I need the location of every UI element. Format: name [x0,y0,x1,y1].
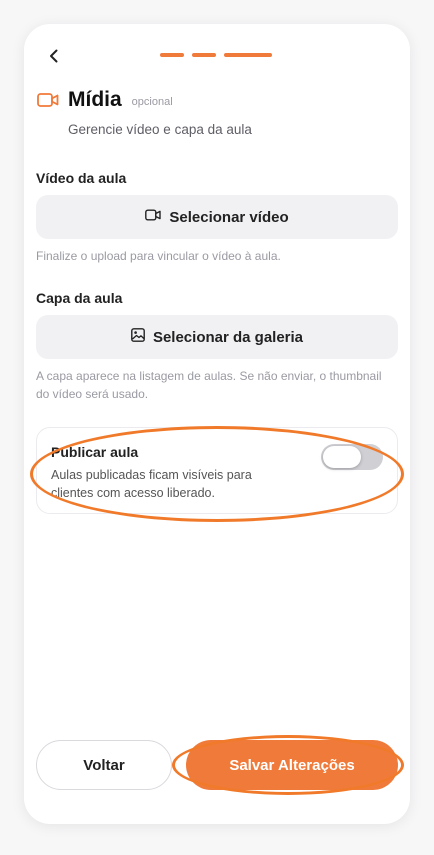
select-gallery-button[interactable]: Selecionar da galeria [36,315,398,359]
section-header: Mídia opcional [36,88,173,112]
video-hint: Finalize o upload para vincular o vídeo … [36,249,281,263]
save-changes-button[interactable]: Salvar Alterações [186,740,398,790]
lesson-media-card: Mídia opcional Gerencie vídeo e capa da … [24,24,410,824]
step-progress [160,53,272,57]
progress-step-2 [192,53,216,57]
select-gallery-label: Selecionar da galeria [152,328,304,346]
publish-setting: Publicar aula Aulas publicadas ficam vis… [36,427,398,514]
publish-title: Publicar aula [51,444,139,460]
select-video-label: Selecionar vídeo [169,208,289,226]
section-title: Mídia [68,88,122,111]
cover-label: Capa da aula [36,290,123,306]
select-video-button[interactable]: Selecionar vídeo [36,195,398,239]
publish-description: Aulas publicadas ficam visíveis para cli… [51,468,252,500]
video-label: Vídeo da aula [36,170,127,186]
back-footer-button[interactable]: Voltar [36,740,172,790]
image-icon [131,327,145,347]
toggle-knob [323,446,361,468]
optional-label: opcional [131,96,173,108]
chevron-left-icon [46,48,62,69]
progress-step-1 [160,53,184,57]
cover-hint: A capa aparece na listagem de aulas. Se … [36,369,382,401]
video-camera-icon [145,208,162,226]
back-button[interactable] [42,46,66,70]
publish-toggle[interactable] [321,444,383,470]
video-camera-icon [36,88,60,112]
progress-step-3 [224,53,272,57]
section-subtitle: Gerencie vídeo e capa da aula [68,122,252,137]
